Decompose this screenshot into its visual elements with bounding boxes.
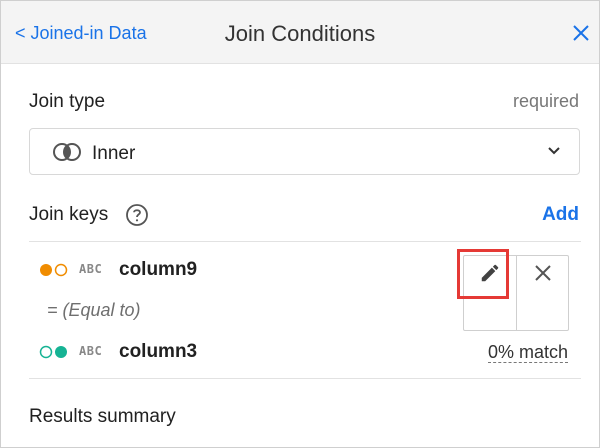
close-icon[interactable] — [571, 23, 591, 43]
match-percentage-link[interactable]: 0% match — [487, 342, 568, 363]
join-type-select[interactable]: Inner — [29, 128, 580, 175]
right-join-key: ABC column3 — [39, 341, 369, 363]
join-keys-label: Join keys — [29, 204, 109, 225]
join-type-label: Join type — [29, 91, 106, 112]
left-column-name: column9 — [119, 259, 198, 280]
required-indicator: required — [512, 91, 579, 111]
left-join-key: ABC column9 — [39, 259, 369, 281]
join-type-value: Inner — [92, 143, 136, 164]
venn-inner-icon — [53, 143, 81, 161]
results-summary-label: Results summary — [29, 406, 176, 427]
remove-join-key-button[interactable] — [517, 256, 569, 330]
join-conditions-panel: < Joined-in Data Join Conditions Join ty… — [0, 0, 600, 448]
edit-join-key-button[interactable] — [464, 256, 516, 330]
string-type-badge: ABC — [79, 344, 103, 358]
left-source-indicator-icon — [40, 263, 68, 277]
join-operator: = (Equal to) — [47, 300, 141, 320]
right-source-indicator-icon — [39, 345, 67, 359]
divider — [29, 378, 581, 379]
panel-header: < Joined-in Data Join Conditions — [1, 1, 599, 64]
join-key-actions — [463, 255, 569, 331]
right-column-name: column3 — [119, 341, 198, 362]
chevron-down-icon — [548, 147, 560, 155]
back-link-joined-in-data[interactable]: < Joined-in Data — [15, 23, 147, 44]
pencil-icon — [481, 264, 499, 282]
help-icon[interactable] — [125, 203, 149, 227]
string-type-badge: ABC — [79, 262, 103, 276]
close-icon — [535, 265, 551, 281]
add-join-key-button[interactable]: Add — [542, 204, 579, 226]
divider — [29, 241, 581, 242]
